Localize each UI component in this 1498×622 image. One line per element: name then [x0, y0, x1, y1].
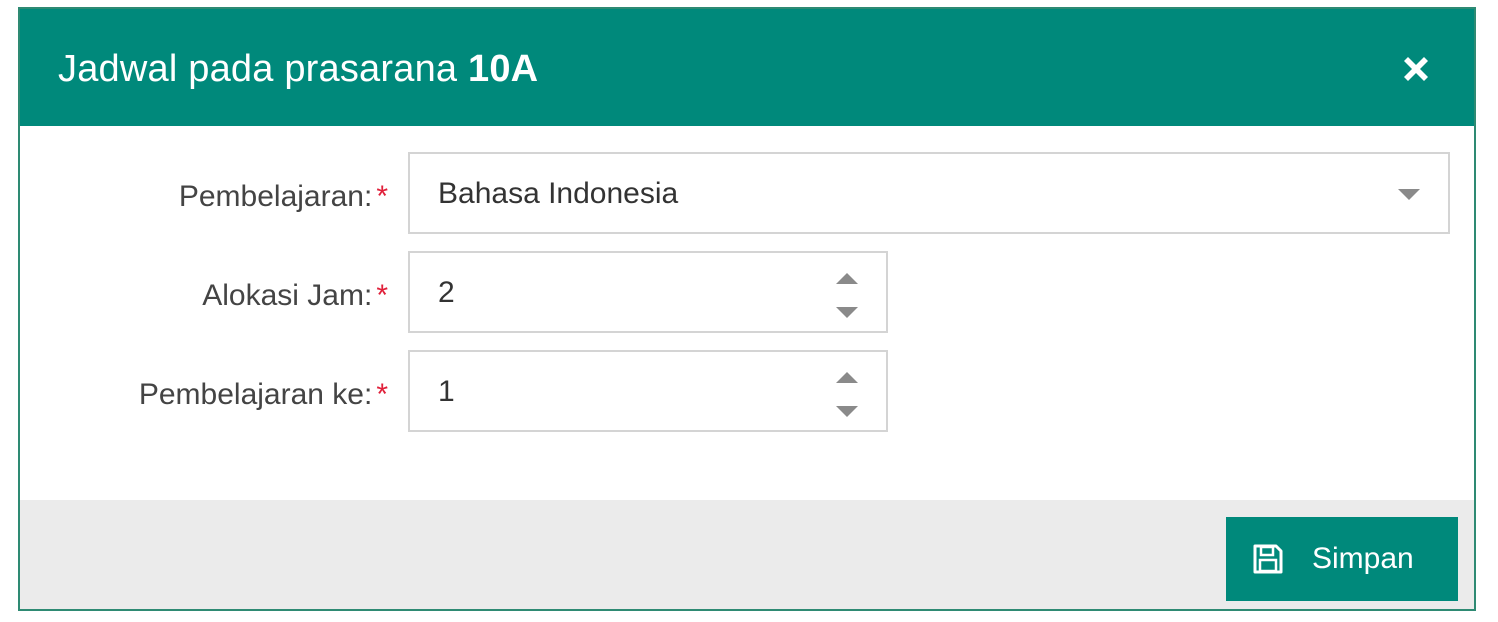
pembelajaran-selected-value: Bahasa Indonesia [438, 177, 679, 210]
dialog-title-prefix: Jadwal pada prasarana [58, 48, 469, 90]
decrement-arrow-icon[interactable] [836, 406, 858, 417]
pembelajaran-label-text: Pembelajaran: [178, 180, 373, 213]
pembelajaran-ke-label-text: Pembelajaran ke: [138, 378, 373, 411]
alokasi-jam-value: 2 [438, 276, 455, 309]
chevron-down-icon[interactable] [1398, 189, 1420, 200]
schedule-dialog: Jadwal pada prasarana 10A Pembelajaran: *… [18, 7, 1476, 611]
increment-arrow-icon[interactable] [836, 372, 858, 383]
dialog-title: Jadwal pada prasarana 10A [58, 47, 538, 91]
alokasi-jam-label: Alokasi Jam: * [202, 279, 388, 313]
save-button[interactable]: Simpan [1226, 517, 1458, 601]
close-button[interactable] [1398, 51, 1434, 87]
dialog-header: Jadwal pada prasarana 10A [20, 9, 1474, 126]
pembelajaran-ke-value: 1 [438, 375, 455, 408]
pembelajaran-ke-stepper[interactable]: 1 [408, 350, 888, 432]
dialog-footer: Simpan [20, 500, 1474, 609]
save-button-label: Simpan [1312, 542, 1414, 575]
increment-arrow-icon[interactable] [836, 273, 858, 284]
dialog-body: Pembelajaran: * Bahasa Indonesia Alokasi … [20, 126, 1474, 500]
pembelajaran-label: Pembelajaran: * [179, 180, 388, 214]
required-mark: * [376, 180, 388, 213]
required-mark: * [376, 378, 388, 411]
alokasi-jam-label-text: Alokasi Jam: [202, 279, 373, 312]
pembelajaran-select[interactable]: Bahasa Indonesia [408, 152, 1450, 234]
alokasi-jam-stepper[interactable]: 2 [408, 251, 888, 333]
pembelajaran-ke-label: Pembelajaran ke: * [139, 378, 388, 412]
close-icon [1404, 57, 1428, 81]
save-icon [1253, 544, 1283, 574]
required-mark: * [376, 279, 388, 312]
decrement-arrow-icon[interactable] [836, 307, 858, 318]
dialog-title-room: 10A [468, 48, 539, 90]
